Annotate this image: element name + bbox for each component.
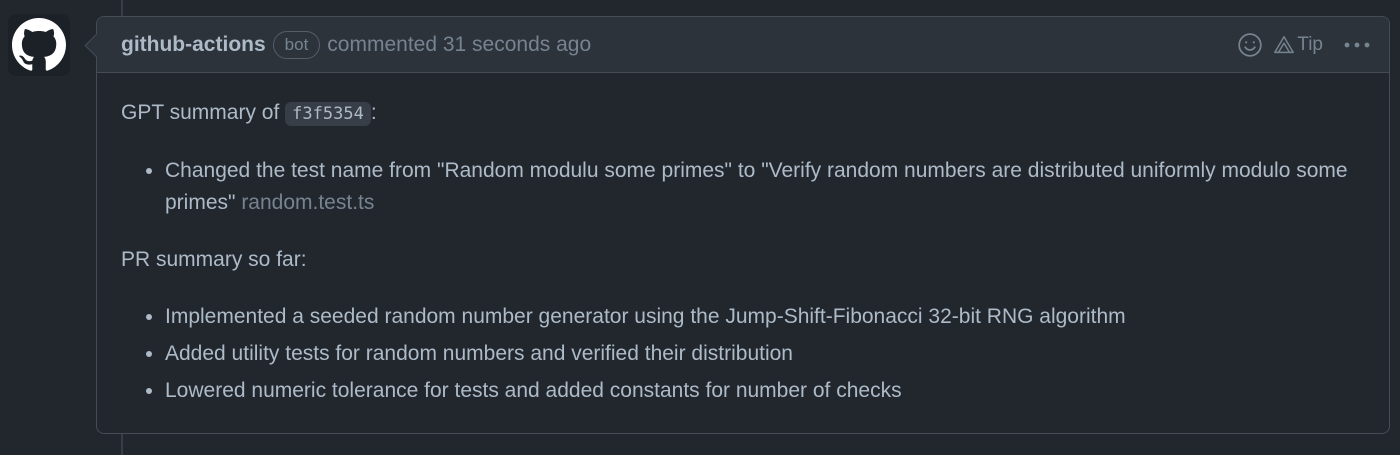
tip-button[interactable]: Tip: [1273, 34, 1323, 56]
github-logo-icon: [12, 18, 66, 71]
smiley-icon[interactable]: [1237, 32, 1263, 58]
tip-label: Tip: [1297, 34, 1323, 55]
kebab-horizontal-icon[interactable]: [1343, 41, 1371, 49]
gpt-summary-line: GPT summary of f3f5354:: [121, 97, 1365, 130]
commit-sha[interactable]: f3f5354: [285, 102, 371, 126]
comment-card: github-actions bot commented 31 seconds …: [84, 16, 1390, 434]
pr-changes-list: Implemented a seeded random number gener…: [121, 301, 1365, 407]
avatar[interactable]: [8, 14, 70, 76]
header-actions: Tip: [1237, 17, 1371, 73]
author-link[interactable]: github-actions: [121, 33, 266, 57]
list-item: Added utility tests for random numbers a…: [165, 338, 1365, 370]
pr-summary-heading: PR summary so far:: [121, 248, 307, 271]
list-item: Lowered numeric tolerance for tests and …: [165, 375, 1365, 407]
file-link[interactable]: random.test.ts: [241, 191, 374, 214]
commit-changes-list: Changed the test name from "Random modul…: [121, 155, 1365, 219]
list-item: Changed the test name from "Random modul…: [165, 155, 1365, 219]
gpt-summary-prefix: GPT summary of: [121, 101, 286, 124]
list-item: Implemented a seeded random number gener…: [165, 301, 1365, 333]
gpt-summary-suffix: :: [370, 101, 377, 124]
comment-header: github-actions bot commented 31 seconds …: [97, 17, 1389, 73]
comment-timestamp[interactable]: commented 31 seconds ago: [327, 33, 591, 57]
bot-badge: bot: [272, 30, 321, 59]
comment-body: GPT summary of f3f5354: Changed the test…: [97, 73, 1389, 407]
alert-triangle-icon: [1274, 36, 1295, 54]
